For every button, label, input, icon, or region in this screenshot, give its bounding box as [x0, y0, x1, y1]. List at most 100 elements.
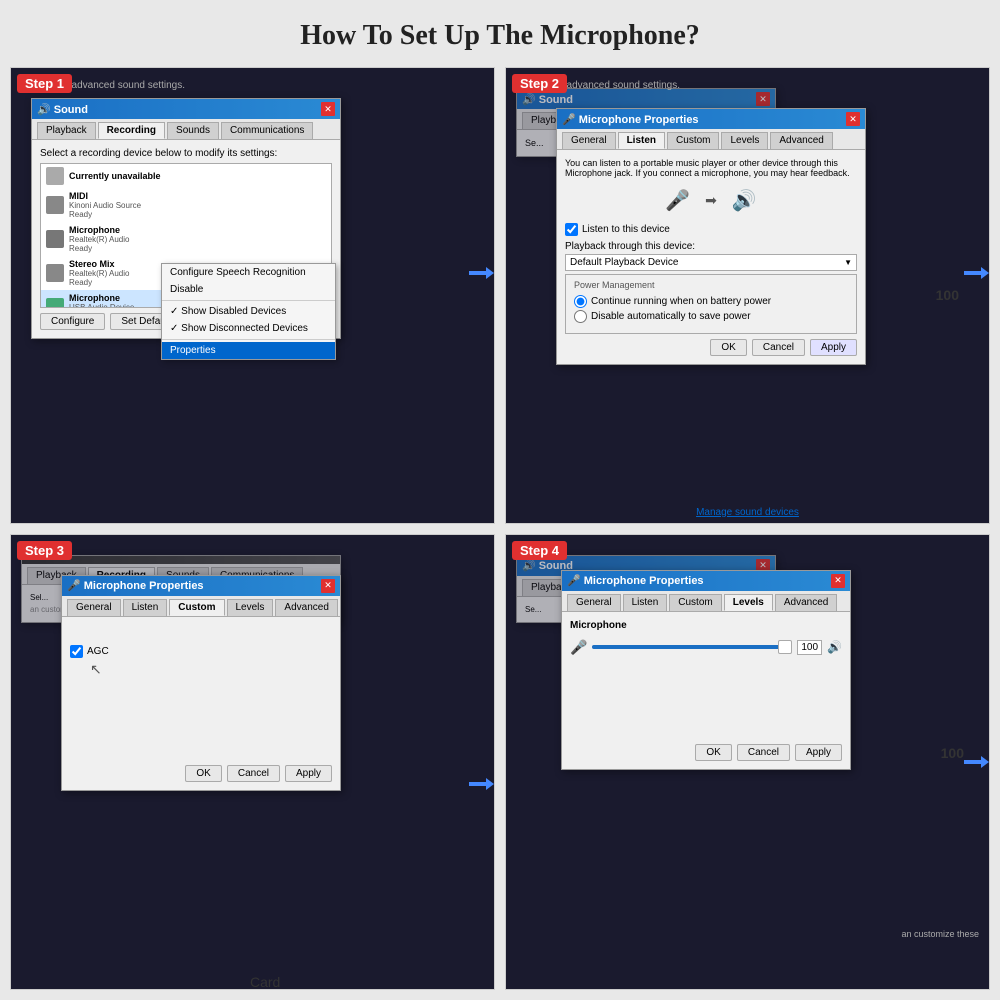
- step4-props-body: Microphone 🎤 100 🔊 OK: [562, 612, 850, 769]
- ctx-sep2: [162, 339, 335, 340]
- step3-props-close[interactable]: ✕: [321, 579, 335, 593]
- tab-communications[interactable]: Communications: [221, 122, 313, 139]
- ctx-show-disabled[interactable]: ✓ Show Disabled Devices: [162, 303, 335, 320]
- apply-btn-s4[interactable]: Apply: [795, 744, 842, 761]
- cursor-icon: ↖: [90, 661, 102, 677]
- ok-btn-s2[interactable]: OK: [710, 339, 746, 356]
- step4-slider-fill: [592, 645, 792, 649]
- ctx-configure[interactable]: Configure Speech Recognition: [162, 264, 335, 281]
- device-unavailable: Currently unavailable: [41, 164, 331, 188]
- s2-custom-tab[interactable]: Custom: [667, 132, 719, 149]
- s3-adv-tab[interactable]: Advanced: [275, 599, 337, 616]
- step2-bg-close[interactable]: ✕: [756, 92, 770, 106]
- tab-sounds[interactable]: Sounds: [167, 122, 219, 139]
- step4-label: Step 4: [512, 541, 567, 560]
- step2-mic-props: 🎤 Microphone Properties ✕ General Listen…: [556, 108, 866, 365]
- dropdown-arrow: ▼: [844, 258, 852, 267]
- step2-props-titlebar: 🎤 Microphone Properties ✕: [557, 109, 865, 129]
- step3-cell: Step 3 Playback Recording Sounds Communi…: [10, 534, 495, 991]
- radio-continue-input[interactable]: [574, 295, 587, 308]
- tab-playback[interactable]: Playback: [37, 122, 96, 139]
- s3-levels-tab[interactable]: Levels: [227, 599, 274, 616]
- device-mic-realtek[interactable]: Microphone Realtek(R) AudioReady: [41, 222, 331, 256]
- step4-spacer: [570, 664, 842, 744]
- ctx-show-disconnected[interactable]: ✓ Show Disconnected Devices: [162, 320, 335, 337]
- device-icon-stereo: [46, 264, 64, 282]
- step1-titlebar: 🔊 Sound ✕: [32, 99, 340, 119]
- playback-value: Default Playback Device: [570, 257, 678, 268]
- cancel-btn-s4[interactable]: Cancel: [737, 744, 790, 761]
- speaker-icon-s4: 🔊: [827, 640, 842, 654]
- ok-btn-s3[interactable]: OK: [185, 765, 221, 782]
- step3-bottom-btns: OK Cancel Apply: [70, 765, 332, 782]
- device-midi[interactable]: MIDI Kinoni Audio SourceReady: [41, 188, 331, 222]
- s4-gen-tab[interactable]: General: [567, 594, 621, 611]
- device-icon-mic1: [46, 230, 64, 248]
- step1-dialog-title: 🔊 Sound: [37, 103, 88, 116]
- microphone-icon-s2: 🎤: [665, 188, 690, 213]
- s4-listen-tab[interactable]: Listen: [623, 594, 668, 611]
- step4-bottom-btns: OK Cancel Apply: [570, 744, 842, 761]
- step4-slider-track: [592, 645, 792, 649]
- mic-mute-icon: 🎤: [570, 639, 587, 656]
- s2-gen-tab[interactable]: General: [562, 132, 616, 149]
- radio-disable: Disable automatically to save power: [574, 310, 848, 323]
- step2-cell: Step 2 in advanced sound settings. 🔊 Sou…: [505, 67, 990, 524]
- configure-btn[interactable]: Configure: [40, 313, 105, 330]
- device-icon-0: [46, 167, 64, 185]
- step4-screenshot: 🔊 Sound ✕ Playback Recording Sounds Comm…: [506, 535, 989, 990]
- power-mgmt-title: Power Management: [574, 280, 848, 290]
- cancel-btn-s3[interactable]: Cancel: [227, 765, 280, 782]
- agc-checkbox[interactable]: [70, 645, 83, 658]
- step3-arrow: [469, 782, 489, 786]
- step2-listen-desc: You can listen to a portable music playe…: [565, 158, 857, 178]
- step4-volume-value: 100: [797, 640, 822, 655]
- step2-bg-text: in advanced sound settings.: [556, 80, 680, 91]
- s2-adv-tab[interactable]: Advanced: [770, 132, 832, 149]
- step4-value-100: 100: [941, 745, 964, 761]
- step2-props-body: You can listen to a portable music playe…: [557, 150, 865, 364]
- cancel-btn-s2[interactable]: Cancel: [752, 339, 805, 356]
- s3-custom-tab[interactable]: Custom: [169, 599, 224, 616]
- s2-listen-tab[interactable]: Listen: [618, 132, 665, 149]
- device-icon-usb: [46, 298, 64, 308]
- step1-bg-text: in advanced sound settings.: [61, 80, 185, 91]
- s4-adv-tab[interactable]: Advanced: [775, 594, 837, 611]
- ok-btn-s4[interactable]: OK: [695, 744, 731, 761]
- step1-close-btn[interactable]: ✕: [321, 102, 335, 116]
- step2-props-close[interactable]: ✕: [846, 112, 860, 126]
- agc-label: AGC: [87, 646, 109, 657]
- step2-playback-select[interactable]: Default Playback Device ▼: [565, 254, 857, 271]
- s3-listen-tab[interactable]: Listen: [123, 599, 168, 616]
- radio-continue: Continue running when on battery power: [574, 295, 848, 308]
- step2-prop-tabs: General Listen Custom Levels Advanced: [557, 129, 865, 150]
- radio-disable-label: Disable automatically to save power: [591, 311, 751, 322]
- radio-disable-input[interactable]: [574, 310, 587, 323]
- ctx-disable[interactable]: Disable: [162, 281, 335, 298]
- step1-cell: Step 1 in advanced sound settings. 🔊 Sou…: [10, 67, 495, 524]
- step4-arrow: [964, 760, 984, 764]
- s3-gen-tab[interactable]: General: [67, 599, 121, 616]
- step2-radio-group: Continue running when on battery power D…: [574, 295, 848, 323]
- step4-props-close[interactable]: ✕: [831, 574, 845, 588]
- apply-btn-s2[interactable]: Apply: [810, 339, 857, 356]
- listen-device-checkbox[interactable]: [565, 223, 578, 236]
- step3-prop-tabs: General Listen Custom Levels Advanced: [62, 596, 340, 617]
- ctx-properties[interactable]: Properties: [162, 342, 335, 359]
- step3-screenshot: Playback Recording Sounds Communications…: [11, 535, 494, 990]
- step1-arrow: [469, 271, 489, 275]
- manage-sound-link[interactable]: Manage sound devices: [506, 507, 989, 518]
- radio-continue-label: Continue running when on battery power: [591, 296, 771, 307]
- step4-prop-tabs: General Listen Custom Levels Advanced: [562, 591, 850, 612]
- steps-grid: Step 1 in advanced sound settings. 🔊 Sou…: [10, 67, 990, 990]
- apply-btn-s3[interactable]: Apply: [285, 765, 332, 782]
- step2-listen-check-row: Listen to this device: [565, 223, 857, 236]
- step1-context-menu: Configure Speech Recognition Disable ✓ S…: [161, 263, 336, 360]
- step3-props-body: AGC ↖ OK Cancel Apply: [62, 617, 340, 790]
- s4-custom-tab[interactable]: Custom: [669, 594, 721, 611]
- s4-levels-tab[interactable]: Levels: [724, 594, 773, 611]
- s2-levels-tab[interactable]: Levels: [721, 132, 768, 149]
- step4-slider-thumb[interactable]: [778, 640, 792, 654]
- tab-recording[interactable]: Recording: [98, 122, 165, 139]
- step1-instruction: Select a recording device below to modif…: [40, 148, 332, 159]
